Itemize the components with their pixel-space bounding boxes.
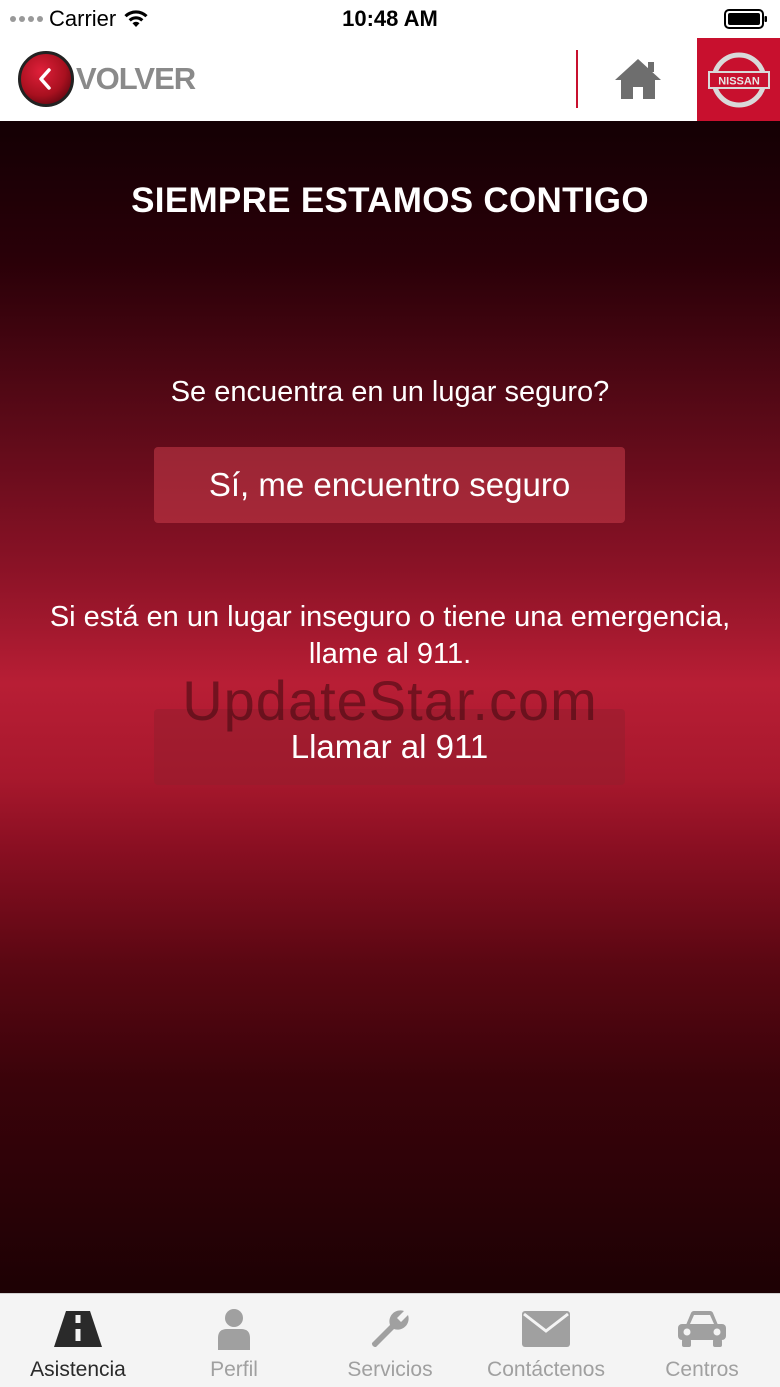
status-time: 10:48 AM [342,6,438,31]
envelope-icon [520,1306,572,1352]
page-title: SIEMPRE ESTAMOS CONTIGO [131,181,649,220]
tab-centros[interactable]: Centros [624,1294,780,1387]
tab-label: Asistencia [30,1358,126,1381]
tab-label: Perfil [210,1358,258,1381]
watermark: UpdateStar.com [182,669,598,732]
road-icon [52,1306,104,1352]
car-icon [676,1306,728,1352]
nissan-logo-text: NISSAN [718,75,760,87]
person-icon [208,1306,260,1352]
tab-contactenos[interactable]: Contáctenos [468,1294,624,1387]
tab-servicios[interactable]: Servicios [312,1294,468,1387]
main-content: SIEMPRE ESTAMOS CONTIGO Se encuentra en … [0,121,780,1293]
safety-question: Se encuentra en un lugar seguro? [170,376,610,408]
battery-icon [724,9,767,29]
status-bar: Carrier 10:48 AM [0,0,780,38]
nissan-logo-icon: NISSAN [707,52,770,107]
home-icon[interactable] [612,56,664,102]
tab-label: Centros [665,1358,739,1381]
emergency-instructions: Si está en un lugar inseguro o tiene una… [49,601,731,670]
tab-asistencia[interactable]: Asistencia [0,1294,156,1387]
chevron-left-icon [18,51,74,107]
tab-label: Servicios [347,1358,433,1381]
tab-bar: Asistencia Perfil Servicios Contáctenos [0,1293,780,1387]
tab-perfil[interactable]: Perfil [156,1294,312,1387]
back-label: VOLVER [76,61,196,96]
nav-divider [576,50,578,108]
safe-button[interactable]: Sí, me encuentro seguro [154,447,625,523]
back-button[interactable]: VOLVER [18,50,196,108]
nissan-logo[interactable]: NISSAN [697,38,780,121]
wrench-icon [364,1306,416,1352]
nav-header: VOLVER NISSAN [0,38,780,121]
tab-label: Contáctenos [487,1358,605,1381]
